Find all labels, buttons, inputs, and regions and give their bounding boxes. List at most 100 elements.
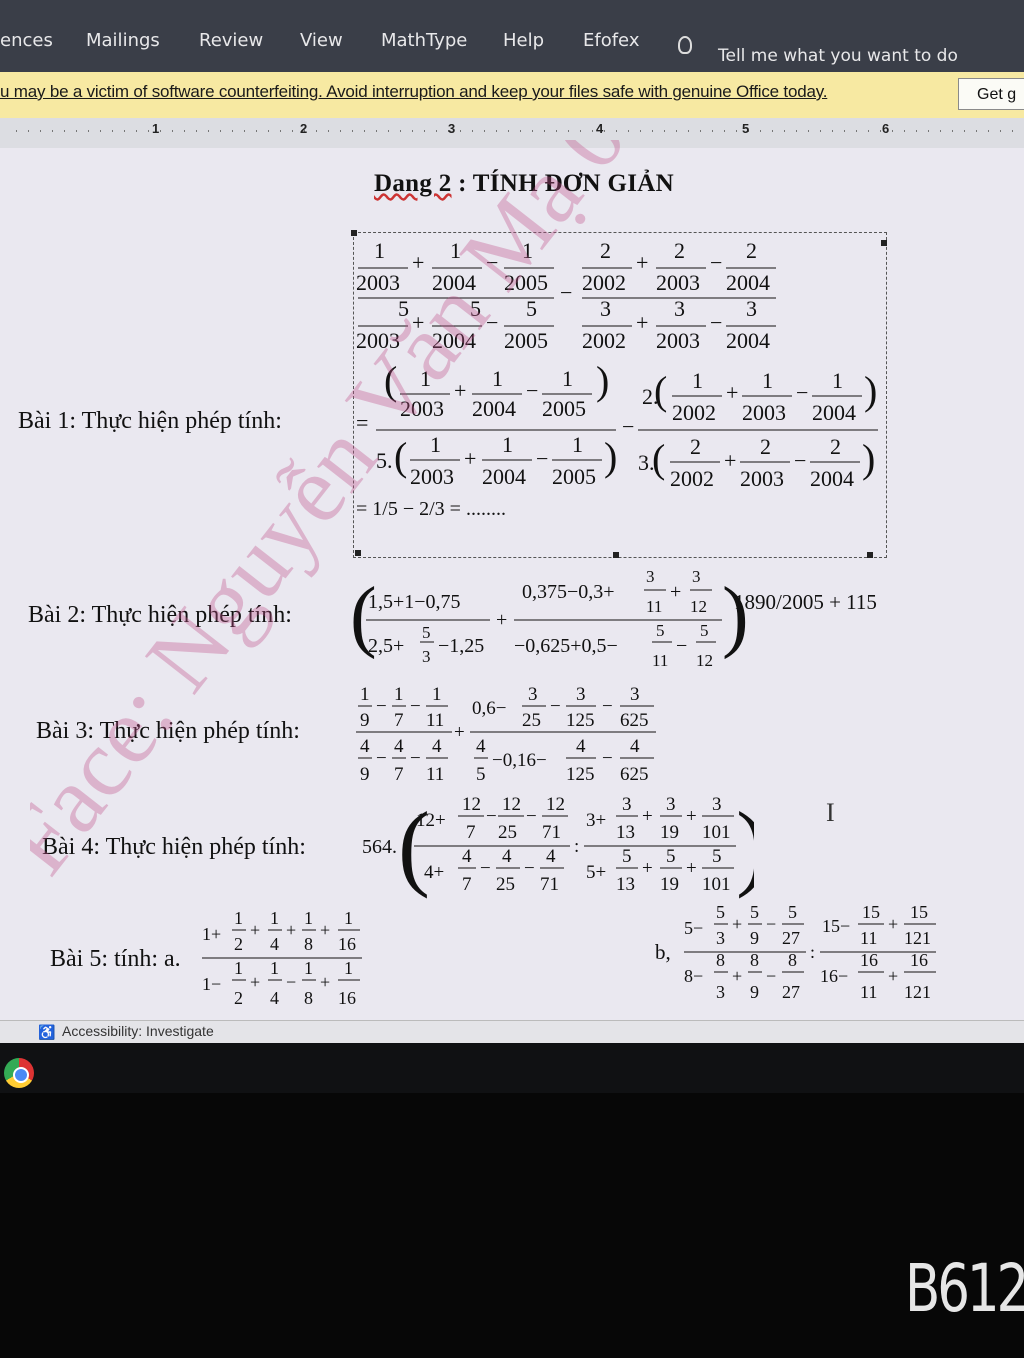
svg-text:−: −	[486, 250, 498, 275]
bai5-b-text: b,	[655, 940, 671, 964]
svg-text:27: 27	[782, 928, 800, 948]
svg-text:+: +	[454, 378, 466, 403]
svg-text:7: 7	[462, 874, 472, 895]
svg-text:2: 2	[830, 434, 841, 459]
bai2-label-text: Bài 2: Thực hiện phép tính:	[28, 602, 292, 628]
svg-text:5: 5	[700, 621, 709, 640]
svg-text:9: 9	[750, 928, 759, 948]
svg-text:1: 1	[234, 908, 243, 928]
svg-text:−: −	[486, 806, 497, 827]
tab-view[interactable]: View	[300, 30, 343, 51]
svg-text:5: 5	[476, 764, 486, 785]
tab-review[interactable]: Review	[199, 30, 263, 51]
svg-text:5: 5	[526, 296, 537, 321]
svg-text:121: 121	[904, 982, 931, 1002]
svg-text:2002: 2002	[672, 400, 716, 425]
svg-text:1: 1	[832, 368, 843, 393]
svg-text:9: 9	[360, 764, 370, 785]
bai2-tail: 1890/2005 + 115	[734, 590, 877, 615]
svg-text:125: 125	[566, 764, 595, 785]
bai5a-equation[interactable]: 1+ 12 + 14 + 18 + 116 1− 12 + 14 − 18 + …	[200, 906, 366, 1010]
svg-text:1: 1	[270, 908, 279, 928]
svg-text:12+: 12+	[416, 810, 446, 831]
title-prefix: Dang 2	[374, 170, 452, 197]
bai4-equation[interactable]: ( 12+ 127 − 1225 − 1271 4+ 47 − 425 − 47…	[398, 788, 754, 900]
bai5b-equation[interactable]: 5− 53 + 59 − 527 8− 83 + 89 − 827 : 15− …	[682, 900, 938, 1006]
svg-text:5: 5	[656, 621, 665, 640]
svg-text:2002: 2002	[582, 270, 626, 295]
get-genuine-button[interactable]: Get g	[958, 78, 1024, 110]
svg-text:+: +	[724, 448, 736, 473]
lightbulb-icon	[678, 36, 692, 54]
svg-text:11: 11	[860, 982, 877, 1002]
tab-mathtype[interactable]: MathType	[381, 30, 467, 51]
bai3-equation[interactable]: 19 − 17 − 111 49 − 47 − 411 + 0,6− 325 −…	[354, 680, 664, 786]
svg-text:−: −	[524, 858, 535, 879]
svg-text:0,375−0,3+: 0,375−0,3+	[522, 581, 615, 603]
svg-text:4: 4	[462, 846, 472, 867]
bai2-equation[interactable]: ( 1,5+1−0,75 2,5+ 53 −1,25 + 0,375−0,3+ …	[350, 562, 850, 674]
svg-text:): )	[736, 792, 754, 899]
svg-text:2: 2	[234, 988, 243, 1008]
svg-text:101: 101	[702, 874, 731, 895]
svg-text:−: −	[710, 250, 722, 275]
svg-text:+: +	[464, 446, 476, 471]
svg-text:(: (	[654, 368, 667, 413]
accessibility-status[interactable]: Accessibility: Investigate	[62, 1023, 214, 1039]
svg-text:8: 8	[750, 950, 759, 970]
svg-text:1: 1	[234, 958, 243, 978]
svg-text:2: 2	[600, 238, 611, 263]
svg-text:16: 16	[860, 950, 878, 970]
svg-text:3: 3	[576, 684, 586, 705]
svg-text:2003: 2003	[400, 396, 444, 421]
svg-text:625: 625	[620, 710, 649, 731]
svg-text:2,5+: 2,5+	[368, 635, 404, 657]
tab-efofex[interactable]: Efofex	[583, 30, 639, 51]
svg-text:3: 3	[528, 684, 538, 705]
svg-text:16: 16	[910, 950, 928, 970]
svg-text:19: 19	[660, 874, 679, 895]
svg-text:+: +	[686, 806, 697, 827]
svg-text:125: 125	[566, 710, 595, 731]
svg-text:1−: 1−	[202, 974, 221, 994]
svg-text:16: 16	[338, 988, 356, 1008]
svg-text:−1,25: −1,25	[438, 635, 484, 657]
tab-references[interactable]: ences	[0, 30, 53, 51]
svg-text:−0,625+0,5−: −0,625+0,5−	[514, 635, 618, 657]
svg-text:3: 3	[646, 567, 655, 586]
svg-text:5: 5	[622, 846, 632, 867]
horizontal-ruler[interactable]: 1 2 3 4 5 6	[0, 118, 1024, 149]
svg-text:8: 8	[304, 934, 313, 954]
svg-text:12: 12	[696, 651, 713, 670]
svg-text:5: 5	[712, 846, 722, 867]
svg-text:4: 4	[502, 846, 512, 867]
svg-text:−: −	[602, 748, 613, 769]
warning-message[interactable]: u may be a victim of software counterfei…	[0, 82, 827, 102]
svg-text:2005: 2005	[504, 328, 548, 353]
svg-text:71: 71	[542, 822, 561, 843]
svg-text:8: 8	[304, 988, 313, 1008]
svg-text:4: 4	[360, 736, 370, 757]
svg-text:(: (	[384, 358, 397, 403]
tab-mailings[interactable]: Mailings	[86, 30, 160, 51]
svg-text:3+: 3+	[586, 810, 606, 831]
tell-me-search[interactable]: Tell me what you want to do	[718, 46, 958, 66]
svg-text:3: 3	[674, 296, 685, 321]
bai5-label: Bài 5: tính: a.	[50, 946, 181, 973]
svg-text:+: +	[888, 914, 898, 934]
svg-text:1: 1	[304, 958, 313, 978]
ruler-number: 3	[448, 121, 456, 136]
svg-text:1: 1	[304, 908, 313, 928]
bai1-label-text: Bài 1: Thực hiện phép tính:	[18, 408, 282, 434]
svg-text:−: −	[410, 748, 421, 769]
svg-text:+: +	[286, 920, 296, 940]
bai3-label-text: Bài 3: Thực hiện phép tính:	[36, 718, 300, 744]
svg-text:1: 1	[270, 958, 279, 978]
svg-text:2002: 2002	[582, 328, 626, 353]
svg-text:4: 4	[630, 736, 640, 757]
bai5-b-label: b,	[655, 940, 671, 965]
svg-text:15−: 15−	[822, 916, 850, 936]
svg-text:2003: 2003	[356, 328, 400, 353]
tab-help[interactable]: Help	[503, 30, 544, 51]
svg-text:4: 4	[394, 736, 404, 757]
